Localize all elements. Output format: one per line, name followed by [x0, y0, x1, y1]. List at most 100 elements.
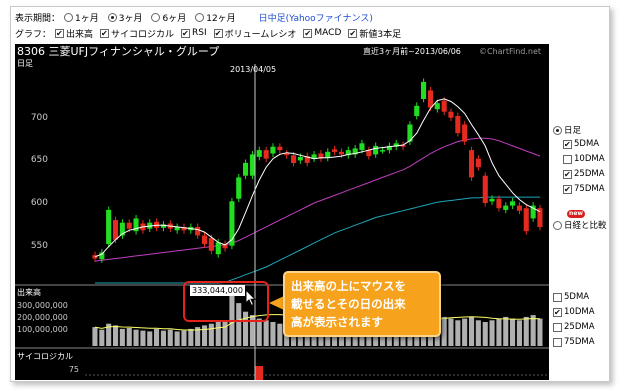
period-option-12m[interactable]: 12ヶ月 [195, 11, 236, 24]
intraday-link[interactable]: 日中足(Yahooファイナンス) [259, 11, 373, 24]
psych-bar [255, 366, 263, 380]
radio-selected-icon [107, 12, 117, 22]
vol-ma-option-5dma[interactable]: 5DMA [553, 292, 589, 302]
candle-body [496, 198, 502, 209]
price-tick: 600 [31, 198, 48, 208]
cursor-date-label: 2013/04/05 [230, 65, 276, 74]
volume-bar [530, 315, 536, 346]
nikkei-compare-radio[interactable]: 日経と比較 [553, 219, 607, 231]
graph-option-volume-ratio[interactable]: ボリュームレシオ [213, 27, 296, 40]
vol-ma-option-75dma[interactable]: 75DMA [553, 337, 595, 347]
graph-option-label: サイコロジカル [111, 29, 175, 40]
candle-body [202, 235, 208, 244]
candle-body [291, 155, 297, 163]
volume-panel-label: 出来高 [17, 287, 41, 297]
graph-option-rsi[interactable]: RSI [181, 28, 207, 38]
volume-bar [469, 316, 475, 346]
checkbox-icon [553, 337, 562, 347]
period-option-label: 12ヶ月 [206, 13, 236, 24]
nikkei-compare-label: 日経と比較 [564, 221, 607, 231]
volume-bar [489, 320, 495, 346]
volume-bar [147, 331, 153, 346]
candle-body [195, 226, 201, 236]
ma-option-10dma[interactable]: 10DMA [563, 154, 605, 164]
candle-body [359, 143, 365, 151]
volume-bar [208, 323, 214, 346]
price-tick: 700 [31, 113, 48, 123]
volume-bar [133, 329, 139, 346]
radio-selected-icon [553, 125, 562, 135]
checkbox-checked-icon [348, 28, 358, 38]
graph-option-macd[interactable]: MACD [303, 28, 341, 38]
candle-body [338, 151, 344, 155]
volume-bar [496, 318, 502, 346]
candle-body [482, 175, 488, 203]
volume-bar [448, 318, 454, 346]
volume-tick: 300,000,000 [17, 301, 68, 310]
price-tick: 650 [31, 155, 48, 165]
side-panel: 日足 5DMA 10DMA 25DMA 75DMA new 日経と比較 5DMA [551, 44, 609, 380]
period-option-label: 6ヶ月 [162, 13, 187, 24]
volume-bar [215, 320, 221, 346]
candle-body [332, 149, 338, 152]
period-option-6m[interactable]: 6ヶ月 [151, 11, 186, 24]
daily-radio-label: 日足 [564, 126, 582, 136]
volume-bar [503, 316, 509, 346]
graph-option-new-value-3[interactable]: 新値3本足 [348, 27, 401, 40]
volume-bar [441, 316, 447, 346]
graph-option-label: 新値3本足 [359, 29, 402, 40]
volume-bar [92, 327, 98, 346]
ma-option-75dma[interactable]: 75DMA [563, 184, 605, 194]
candle-body [256, 150, 262, 157]
checkbox-checked-icon [553, 307, 562, 317]
vol-ma-option-label: 75DMA [564, 337, 595, 347]
checkbox-icon [553, 292, 562, 302]
ma-option-5dma[interactable]: 5DMA [563, 139, 599, 149]
checkbox-checked-icon [563, 139, 572, 149]
volume-tick: 200,000,000 [17, 313, 68, 322]
candle-body [510, 201, 516, 206]
volume-bar [270, 322, 276, 346]
volume-bar [462, 318, 468, 346]
graph-option-volume[interactable]: 出来高 [55, 27, 93, 40]
callout-line: 高が表示されます [291, 315, 383, 329]
checkbox-icon [563, 154, 572, 164]
radio-icon [195, 12, 205, 22]
candle-body [434, 103, 440, 110]
vol-ma-option-25dma[interactable]: 25DMA [553, 322, 595, 332]
daily-radio[interactable]: 日足 [553, 124, 581, 136]
checkbox-checked-icon [100, 28, 110, 38]
volume-bar [154, 328, 160, 346]
checkbox-checked-icon [55, 28, 65, 38]
vol-ma-option-label: 25DMA [564, 322, 595, 332]
period-option-1m[interactable]: 1ヶ月 [64, 11, 99, 24]
volume-bar [188, 328, 194, 346]
volume-bar [174, 331, 180, 346]
volume-bar [455, 320, 461, 346]
ma-option-25dma[interactable]: 25DMA [563, 169, 605, 179]
candle-body [208, 238, 214, 251]
candle-body [325, 151, 331, 158]
ma-option-label: 75DMA [574, 184, 605, 194]
graph-option-psychological[interactable]: サイコロジカル [100, 27, 174, 40]
graph-row: グラフ： 出来高 サイコロジカル RSI ボリュームレシオ MACD 新値3本足 [15, 26, 408, 40]
candle-body [469, 150, 475, 178]
volume-bar [510, 318, 516, 346]
volume-bar [119, 328, 125, 346]
candle-body [441, 100, 447, 112]
candle-body [113, 220, 119, 240]
checkbox-checked-icon [303, 28, 313, 38]
candle-body [249, 154, 255, 176]
chart-canvas[interactable]: 8306 三菱UFJフィナンシャル・グループ 日足 直近3ヶ月前~2013/06… [15, 44, 549, 380]
psych-panel-label: サイコロジカル [17, 352, 73, 361]
stock-chart[interactable]: 8306 三菱UFJフィナンシャル・グループ 日足 直近3ヶ月前~2013/06… [15, 44, 549, 380]
candle-body [475, 158, 481, 168]
candle-body [297, 157, 303, 161]
chart-credit: ©ChartFind.net [479, 47, 541, 56]
graph-label: グラフ： [15, 29, 52, 40]
volume-bar [160, 330, 166, 346]
period-label: 表示期間： [15, 13, 61, 24]
vol-ma-option-10dma[interactable]: 10DMA [553, 307, 595, 317]
period-option-3m[interactable]: 3ヶ月 [107, 11, 142, 24]
chart-subtitle: 日足 [17, 59, 33, 68]
